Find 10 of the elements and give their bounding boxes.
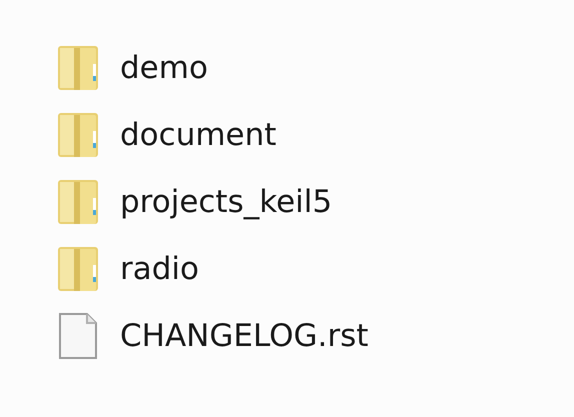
folder-name[interactable]: document — [120, 116, 276, 152]
folder-icon — [57, 244, 99, 292]
file-name[interactable]: CHANGELOG.rst — [120, 318, 368, 354]
document-icon — [57, 312, 99, 360]
folder-icon — [57, 178, 99, 226]
folder-name[interactable]: demo — [120, 50, 208, 86]
folder-name[interactable]: radio — [120, 250, 199, 286]
folder-icon — [57, 110, 99, 158]
folder-name[interactable]: projects_keil5 — [120, 184, 332, 220]
folder-icon — [57, 44, 99, 92]
